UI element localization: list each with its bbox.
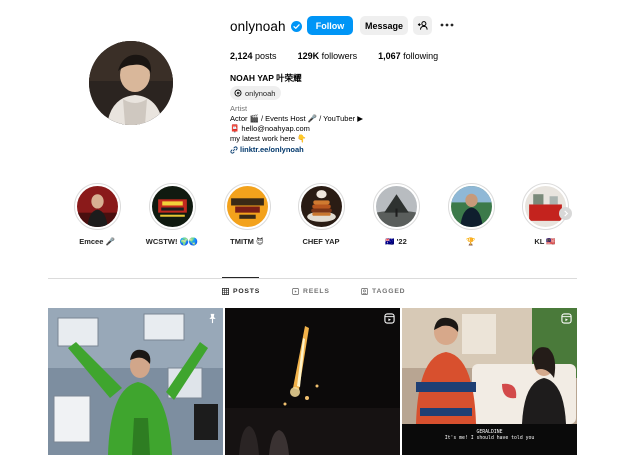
threads-link[interactable]: onlynoah: [230, 86, 282, 100]
reel-icon: [561, 313, 572, 324]
post-image-green-jacket: [48, 308, 223, 455]
bio-line-1: Actor 🎬 / Events Host 🎤 / YouTuber ▶: [230, 114, 363, 123]
tagged-icon: [361, 288, 368, 295]
highlight-item[interactable]: WCSTW! 🌍🌏: [142, 183, 202, 246]
bio-line-3: my latest work here 👇: [230, 134, 307, 143]
post-thumbnail[interactable]: GERALDINE It's me! I should have told yo…: [402, 308, 577, 455]
highlight-label: Emcee 🎤: [79, 237, 115, 246]
highlight-cover-emcee: [76, 186, 118, 227]
post-thumbnail[interactable]: [225, 308, 400, 455]
post-image-fireworks: [225, 308, 400, 455]
link-icon: [230, 145, 238, 154]
external-link[interactable]: linktr.ee/onlynoah: [230, 145, 304, 154]
tab-tagged[interactable]: TAGGED: [361, 288, 405, 295]
highlight-label: 🇦🇺 '22: [385, 237, 407, 246]
highlight-item[interactable]: 🇦🇺 '22: [366, 183, 426, 246]
story-highlights: Emcee 🎤 WCSTW! 🌍🌏 TMITM 😈 CHEF YAP 🇦🇺 '2…: [0, 183, 640, 255]
highlight-cover-chef-yap: [300, 186, 342, 227]
highlight-label: KL 🇲🇾: [534, 237, 556, 246]
threads-icon: [234, 89, 242, 97]
profile-avatar[interactable]: [89, 41, 173, 125]
tab-posts[interactable]: POSTS: [222, 288, 260, 295]
full-name: NOAH YAP 叶荣耀: [230, 73, 302, 83]
more-options-icon[interactable]: [440, 19, 454, 31]
following-stat[interactable]: 1,067 following: [378, 51, 438, 61]
highlight-item[interactable]: Emcee 🎤: [67, 183, 127, 246]
verified-badge-icon: [290, 20, 302, 32]
active-tab-indicator: [222, 277, 259, 278]
highlight-item[interactable]: CHEF YAP: [291, 183, 351, 246]
highlight-item[interactable]: 🏆: [441, 183, 501, 246]
followers-count: 129K: [297, 51, 320, 61]
profile-stats: 2,124 posts 129K followers 1,067 followi…: [230, 51, 459, 61]
grid-icon: [222, 288, 229, 295]
following-label: following: [403, 51, 439, 61]
posts-count: 2,124: [230, 51, 253, 61]
link-text: linktr.ee/onlynoah: [240, 145, 304, 154]
highlight-item[interactable]: TMITM 😈: [217, 183, 277, 246]
subtitle-text: It's me! I should have told you: [444, 436, 535, 441]
post-thumbnail[interactable]: [48, 308, 223, 455]
username: onlynoah: [230, 18, 286, 34]
message-button[interactable]: Message: [360, 16, 408, 35]
add-user-icon: [417, 21, 428, 30]
followers-label: followers: [321, 51, 358, 61]
highlight-label: 🏆: [466, 237, 476, 246]
tab-reels-label: REELS: [303, 288, 330, 295]
highlight-label: CHEF YAP: [302, 237, 340, 246]
posts-label: posts: [255, 51, 277, 61]
highlight-cover-au-22: [375, 186, 417, 227]
tabs-divider: [48, 278, 577, 279]
threads-handle: onlynoah: [245, 88, 276, 98]
username-row: onlynoah: [230, 16, 302, 36]
suggested-accounts-button[interactable]: [413, 16, 432, 35]
highlight-cover-wcstw: [151, 186, 193, 227]
profile-category: Artist: [230, 104, 248, 113]
tab-reels[interactable]: REELS: [292, 288, 330, 295]
avatar-image: [89, 41, 173, 125]
highlight-cover-tmitm: [226, 186, 268, 227]
pin-icon: [209, 313, 216, 324]
tab-posts-label: POSTS: [233, 288, 261, 295]
following-count: 1,067: [378, 51, 401, 61]
highlight-cover-trophy: [450, 186, 492, 227]
posts-stat: 2,124 posts: [230, 51, 277, 61]
bio-line-2: 📮 hello@noahyap.com: [230, 124, 310, 133]
followers-stat[interactable]: 129K followers: [298, 51, 358, 61]
tab-tagged-label: TAGGED: [372, 288, 406, 295]
highlights-next-button[interactable]: [559, 207, 572, 220]
follow-button[interactable]: Follow: [307, 16, 353, 35]
highlight-label: TMITM 😈: [230, 237, 264, 246]
chevron-right-icon: [563, 210, 568, 217]
highlight-label: WCSTW! 🌍🌏: [145, 237, 199, 246]
reel-icon: [384, 313, 395, 324]
highlight-cover-kl: [524, 186, 566, 227]
reels-icon: [292, 288, 299, 295]
